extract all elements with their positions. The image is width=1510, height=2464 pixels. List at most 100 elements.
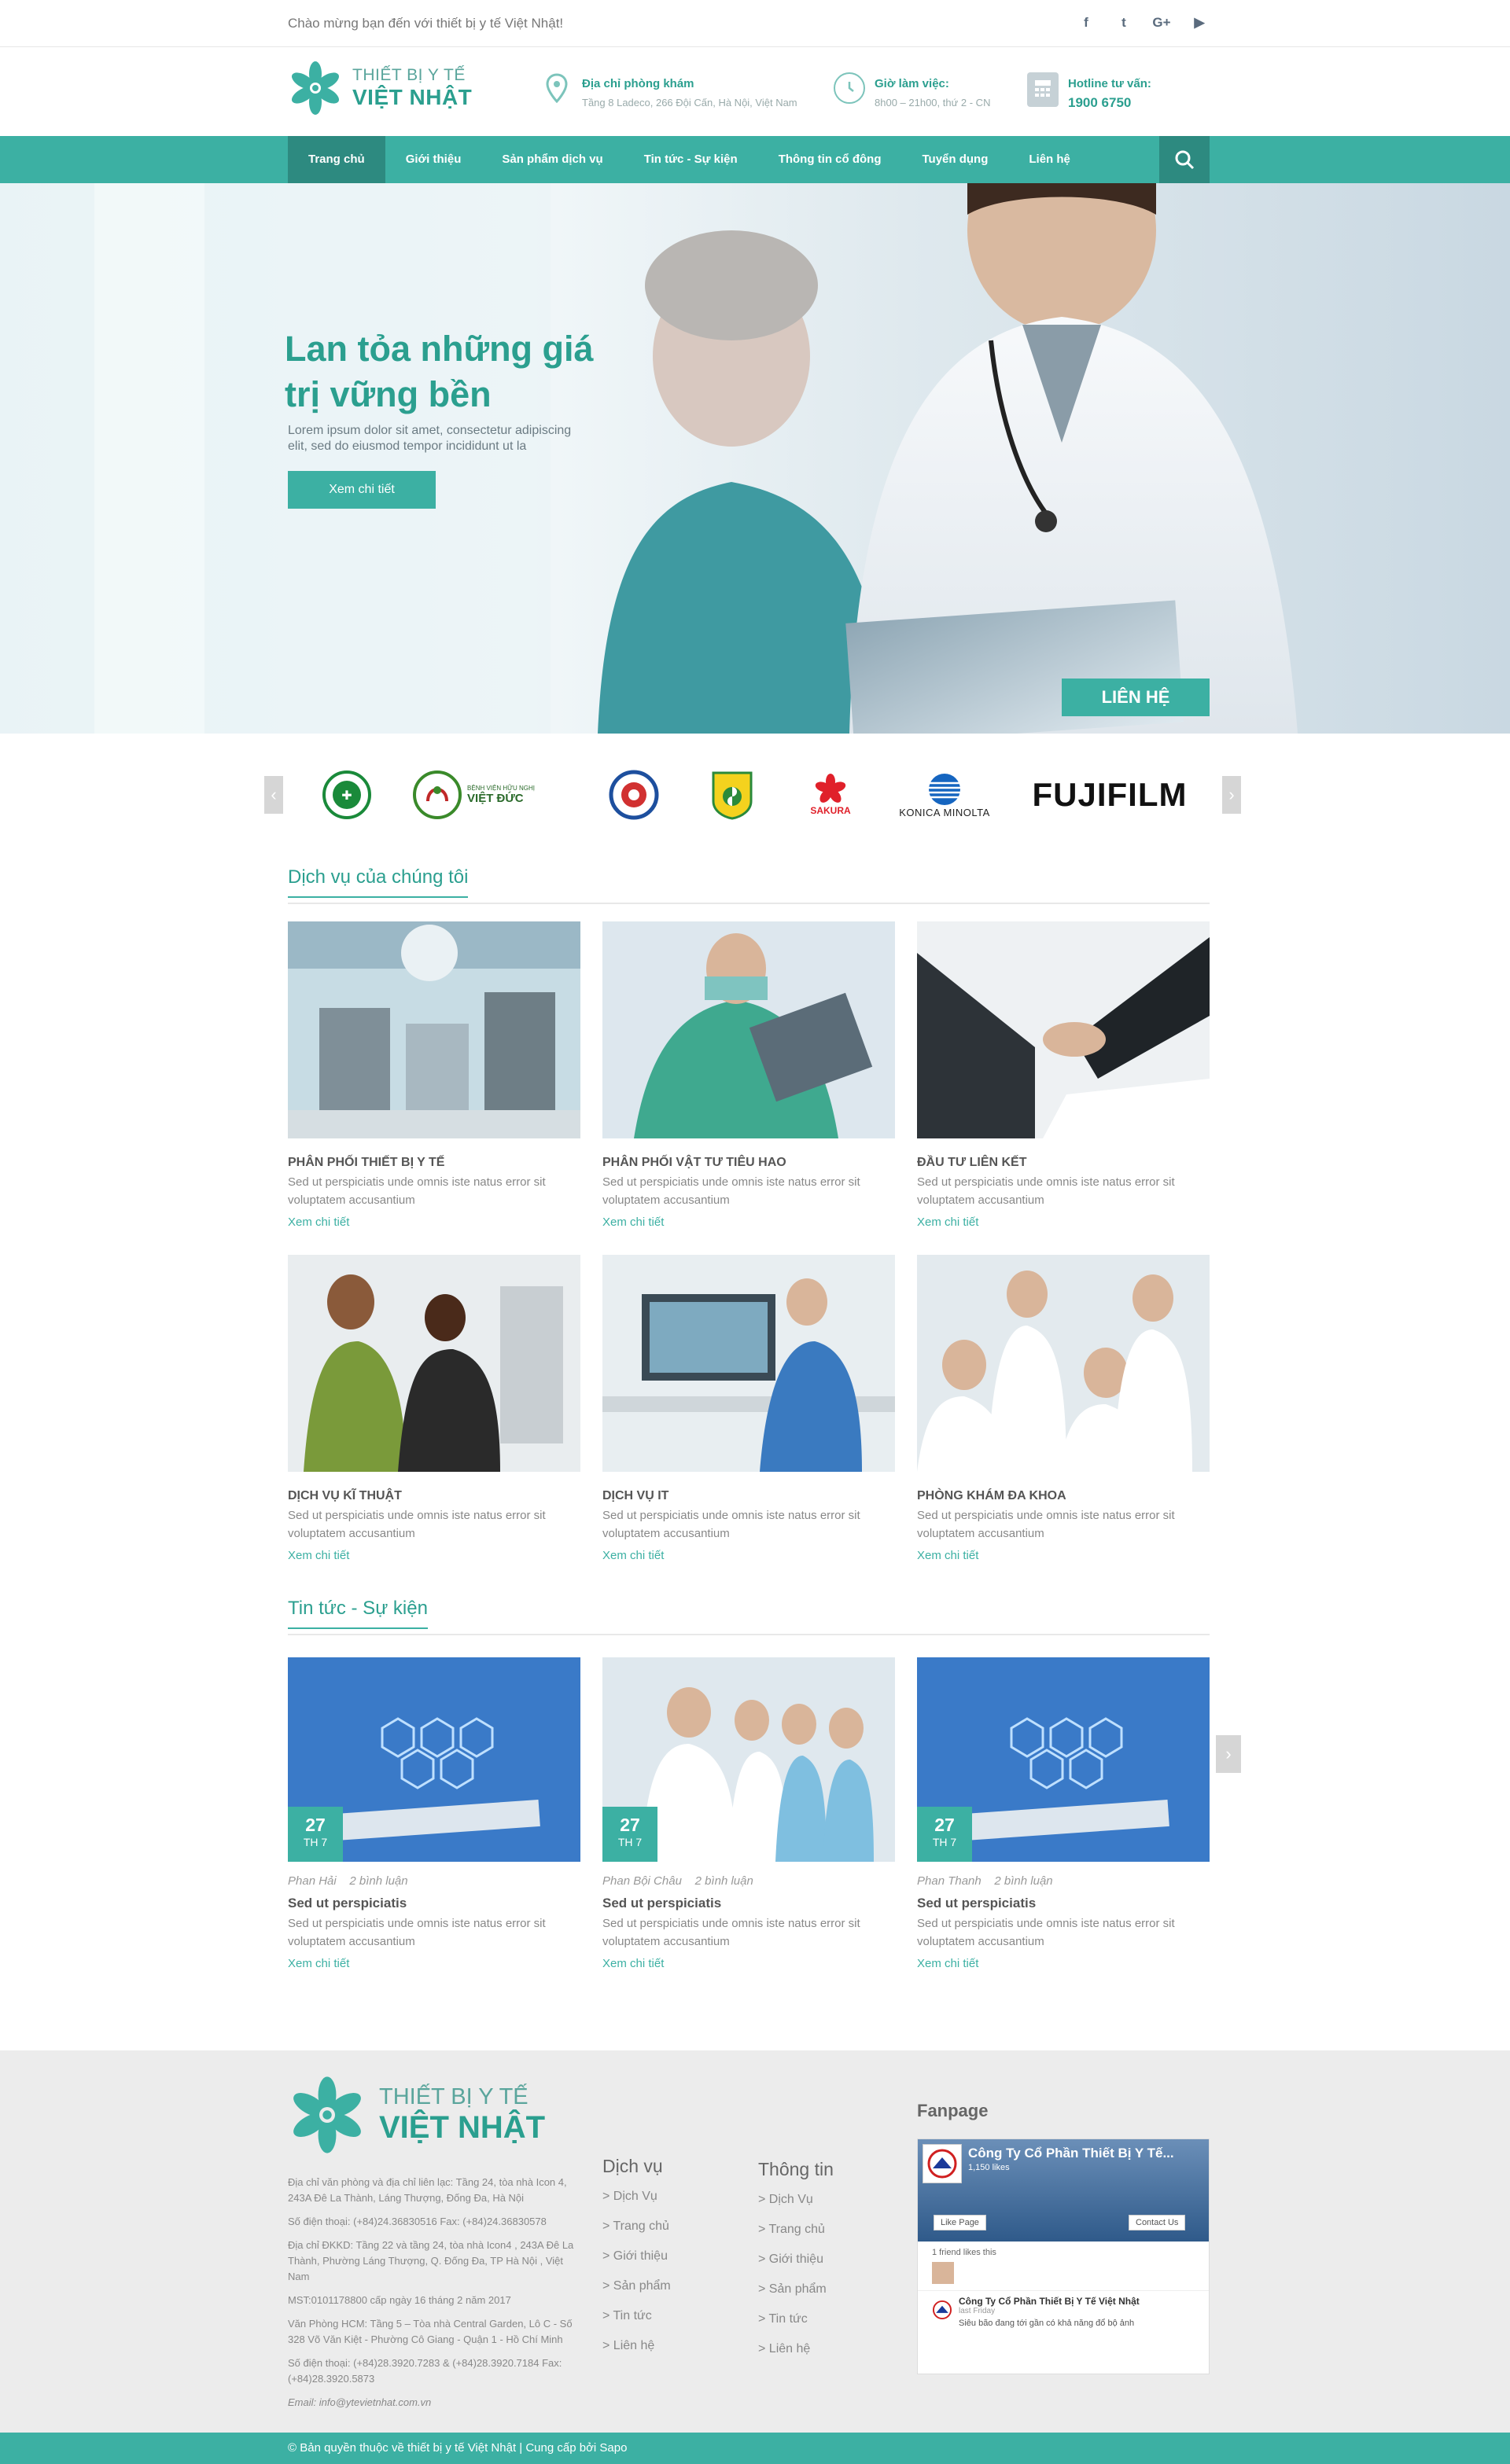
service-desc: Sed ut perspiciatis unde omnis iste natu… [602,1175,860,1207]
hotline-value[interactable]: 1900 6750 [1068,95,1151,111]
news-desc: Sed ut perspiciatis unde omnis iste natu… [602,1917,860,1948]
main-nav: Trang chủ Giới thiệu Sản phẩm dịch vụ Ti… [0,136,1510,183]
footer-link[interactable]: > Giới thiệu [758,2253,834,2267]
news-headline[interactable]: Sed ut perspiciatis [602,1896,895,1911]
fb-page-avatar [923,2144,962,2183]
partner-logo-4[interactable] [689,767,775,823]
footer-hcm-office: Văn Phòng HCM: Tầng 5 – Tòa nhà Central … [288,2318,573,2345]
google-plus-icon[interactable]: G+ [1148,13,1175,33]
partners-next-button[interactable]: › [1222,776,1241,814]
service-more-link[interactable]: Xem chi tiết [917,1215,1210,1229]
footer-link[interactable]: > Tin tức [602,2309,671,2323]
footer-link[interactable]: > Liên hệ [602,2339,671,2353]
hero-contact-button[interactable]: LIÊN HỆ [1062,679,1210,716]
hero-banner: Lan tỏa những giá trị vững bền Lorem ips… [0,183,1510,734]
facebook-page-widget[interactable]: Công Ty Cổ Phần Thiết Bị Y Tế... 1,150 l… [917,2139,1210,2374]
partner-logo-vietduc[interactable]: BỆNH VIỆN HỮU NGHỊ VIỆT ĐỨC [411,767,536,823]
news-more-link[interactable]: Xem chi tiết [288,1957,580,1970]
service-image[interactable] [602,921,895,1138]
facebook-icon[interactable]: f [1073,13,1099,33]
service-image[interactable] [602,1255,895,1472]
news-card[interactable]: 27 TH 7 Phan Bội Châu 2 bình luận Sed ut… [602,1657,895,1970]
partners-prev-button[interactable]: ‹ [264,776,283,814]
partner-logo-3[interactable] [595,767,673,823]
footer-logo-line1: THIẾT BỊ Y TẾ [379,2084,528,2109]
partner-logo-bachmai[interactable]: ✚ [304,767,390,823]
footer-registered-address: Địa chỉ ĐKKD: Tầng 22 và tầng 24, tòa nh… [288,2239,574,2282]
twitter-icon[interactable]: t [1110,13,1137,33]
youtube-icon[interactable]: ▶ [1186,13,1213,33]
news-meta: Phan Thanh 2 bình luận [917,1874,1210,1888]
service-image[interactable] [917,921,1210,1138]
footer-link[interactable]: > Dịch Vụ [758,2193,834,2207]
hotline-block: Hotline tư vấn: 1900 6750 [1027,72,1151,111]
service-card[interactable]: DỊCH VỤ IT Sed ut perspiciatis unde omni… [602,1255,895,1562]
fb-post-author[interactable]: Công Ty Cổ Phần Thiết Bị Y Tế Việt Nhật [959,2296,1147,2307]
news-more-link[interactable]: Xem chi tiết [602,1957,895,1970]
news-meta: Phan Bội Châu 2 bình luận [602,1874,895,1888]
news-author: Phan Thanh [917,1874,982,1888]
news-image[interactable]: 27 TH 7 [288,1657,580,1862]
footer-link[interactable]: > Dịch Vụ [602,2190,671,2204]
hero-detail-button[interactable]: Xem chi tiết [288,471,436,509]
news-date-badge: 27 TH 7 [602,1807,657,1862]
service-card[interactable]: DỊCH VỤ KĨ THUẬT Sed ut perspiciatis und… [288,1255,580,1562]
partner-logo-sakura[interactable]: SAKURA [787,767,874,823]
fb-contact-button[interactable]: Contact Us [1129,2215,1186,2230]
nav-item-contact[interactable]: Liên hệ [1008,136,1091,183]
footer-link[interactable]: > Liên hệ [758,2342,834,2356]
partner-logo-konica[interactable]: KONICA MINOLTA [886,767,1004,823]
footer-link[interactable]: > Sản phẩm [602,2279,671,2293]
footer-logo[interactable]: THIẾT BỊ Y TẾ VIỆT NHẬT [288,2076,545,2154]
footer-link[interactable]: > Sản phẩm [758,2282,834,2297]
news-month: TH 7 [303,1836,328,1848]
footer-link[interactable]: > Trang chủ [758,2223,834,2237]
service-more-link[interactable]: Xem chi tiết [602,1549,895,1562]
partner-logo-fujifilm[interactable]: FUJIFILM [1019,767,1200,823]
fb-page-name[interactable]: Công Ty Cổ Phần Thiết Bị Y Tế... [968,2146,1174,2161]
service-card[interactable]: ĐẦU TƯ LIÊN KẾT Sed ut perspiciatis unde… [917,921,1210,1229]
partner-konica-name: KONICA MINOLTA [899,806,990,818]
top-bar: Chào mừng bạn đến với thiết bị y tế Việt… [0,0,1510,47]
copyright-bar: © Bản quyền thuộc về thiết bị y tế Việt … [0,2433,1510,2464]
news-card[interactable]: 27 TH 7 Phan Hải 2 bình luận Sed ut pers… [288,1657,580,1970]
news-card[interactable]: 27 TH 7 Phan Thanh 2 bình luận Sed ut pe… [917,1657,1210,1970]
hotline-label: Hotline tư vấn: [1068,77,1151,90]
fb-post-time: last Friday [959,2307,996,2315]
nav-item-shareholders[interactable]: Thông tin cổ đông [758,136,902,183]
footer-email[interactable]: Email: info@ytevietnhat.com.vn [288,2395,580,2411]
service-title: DỊCH VỤ KĨ THUẬT [288,1489,402,1502]
footer-link[interactable]: > Tin tức [758,2312,834,2326]
footer-link[interactable]: > Giới thiệu [602,2249,671,2264]
nav-item-news[interactable]: Tin tức - Sự kiện [624,136,758,183]
news-author: Phan Hải [288,1874,337,1888]
service-card[interactable]: PHÂN PHỐI THIẾT BỊ Y TẾ Sed ut perspicia… [288,921,580,1229]
news-day: 27 [305,1815,326,1835]
fb-like-button[interactable]: Like Page [934,2215,986,2230]
news-headline[interactable]: Sed ut perspiciatis [288,1896,580,1911]
service-image[interactable] [288,1255,580,1472]
nav-item-careers[interactable]: Tuyển dụng [901,136,1008,183]
service-card[interactable]: PHÂN PHỐI VẬT TƯ TIÊU HAO Sed ut perspic… [602,921,895,1229]
service-title: ĐẦU TƯ LIÊN KẾT [917,1156,1027,1169]
service-more-link[interactable]: Xem chi tiết [602,1215,895,1229]
site-logo[interactable]: THIẾT BỊ Y TẾ VIỆT NHẬT [288,61,472,116]
service-more-link[interactable]: Xem chi tiết [917,1549,1210,1562]
news-headline[interactable]: Sed ut perspiciatis [917,1896,1210,1911]
nav-item-products[interactable]: Sản phẩm dịch vụ [481,136,623,183]
nav-item-about[interactable]: Giới thiệu [385,136,482,183]
service-image[interactable] [917,1255,1210,1472]
news-date-badge: 27 TH 7 [288,1807,343,1862]
footer-link[interactable]: > Trang chủ [602,2219,671,2234]
news-image[interactable]: 27 TH 7 [602,1657,895,1862]
service-more-link[interactable]: Xem chi tiết [288,1549,580,1562]
news-more-link[interactable]: Xem chi tiết [917,1957,1210,1970]
service-more-link[interactable]: Xem chi tiết [288,1215,580,1229]
footer-col1-title: Dịch vụ [602,2156,663,2176]
service-image[interactable] [288,921,580,1138]
search-button[interactable] [1159,136,1210,183]
nav-item-home[interactable]: Trang chủ [288,136,385,183]
news-next-button[interactable]: › [1216,1735,1241,1773]
news-image[interactable]: 27 TH 7 [917,1657,1210,1862]
service-card[interactable]: PHÒNG KHÁM ĐA KHOA Sed ut perspiciatis u… [917,1255,1210,1562]
